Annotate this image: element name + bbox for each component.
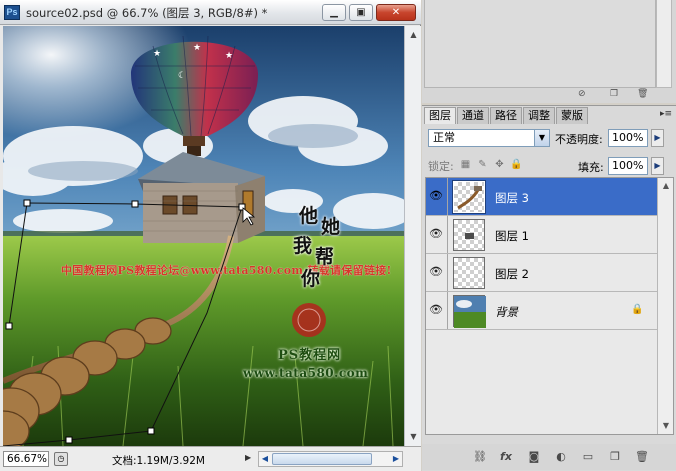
zoom-level-field[interactable]: 66.67% — [3, 451, 49, 467]
status-menu-arrow-icon[interactable]: ▶ — [245, 453, 251, 462]
layer-thumbnail — [453, 257, 485, 289]
maximize-button[interactable]: ▣ — [349, 4, 373, 21]
group-folder-icon[interactable]: ▭ — [580, 450, 596, 463]
minimize-button[interactable]: ▁ — [322, 4, 346, 21]
lock-transparent-icon[interactable]: ▦ — [459, 158, 472, 171]
scroll-right-icon[interactable]: ▶ — [390, 452, 402, 466]
image-canvas[interactable]: ★ ★ ★ ☾ 中国教程网PS教程论坛@www.tata580.com 转载请保… — [3, 26, 404, 446]
site-logo-text: PS教程网 — [278, 348, 342, 363]
brush-char-3: 我 — [293, 235, 313, 257]
scroll-down-icon[interactable]: ▼ — [407, 430, 420, 443]
trash-icon[interactable]: 🗑 — [637, 89, 648, 99]
mask-icon[interactable]: ◙ — [526, 450, 542, 463]
tab-channels[interactable]: 通道 — [457, 107, 489, 124]
visibility-eye-icon[interactable]: 👁 — [428, 188, 444, 204]
layers-footer-toolbar: ⛓ fx ◙ ◐ ▭ ❐ 🗑 — [422, 444, 676, 470]
opacity-field[interactable]: 100% — [608, 129, 648, 147]
clear-icon[interactable]: ⊘ — [578, 89, 586, 99]
adjustment-icon[interactable]: ◐ — [553, 450, 569, 463]
lock-all-icon[interactable]: 🔒 — [510, 158, 523, 171]
scroll-left-icon[interactable]: ◀ — [259, 452, 271, 466]
layer-name: 图层 3 — [495, 191, 529, 205]
link-icon[interactable]: ⛓ — [472, 450, 488, 463]
layer-name: 图层 2 — [495, 267, 529, 281]
layer-name: 图层 1 — [495, 229, 529, 243]
status-bar: 66.67% ◷ 文档:1.19M/3.92M ▶ ◀ ▶ — [0, 446, 421, 471]
document-title: source02.psd @ 66.7% (图层 3, RGB/8#) * — [26, 6, 268, 20]
new-item-icon[interactable]: ❐ — [610, 89, 618, 99]
scroll-up-icon[interactable]: ▲ — [660, 180, 672, 192]
eye-divider — [447, 254, 448, 291]
delete-icon[interactable]: 🗑 — [634, 450, 650, 463]
canvas-image: ★ ★ ★ ☾ — [3, 26, 404, 446]
svg-text:☾: ☾ — [178, 71, 186, 81]
layer-list-scrollbar[interactable]: ▲ ▼ — [657, 178, 673, 434]
layer-row-background[interactable]: 👁 背景 🔒 — [426, 292, 657, 330]
layer-thumbnail — [453, 219, 485, 251]
brush-char-1: 他 — [299, 205, 319, 227]
layer-row-1[interactable]: 👁 图层 1 — [426, 216, 657, 254]
close-button[interactable]: ✕ — [376, 4, 416, 21]
eye-divider — [447, 216, 448, 253]
scroll-down-icon[interactable]: ▼ — [660, 420, 672, 432]
layer-row-3[interactable]: 👁 图层 3 — [426, 178, 657, 216]
tab-paths[interactable]: 路径 — [490, 107, 522, 124]
blend-mode-value: 正常 — [433, 131, 455, 144]
fx-icon[interactable]: fx — [498, 450, 514, 463]
fill-label: 填充: — [578, 161, 604, 174]
svg-text:★: ★ — [193, 43, 201, 53]
opacity-label: 不透明度: — [555, 133, 603, 146]
fill-slider-arrow-icon[interactable]: ▶ — [651, 157, 664, 175]
horizontal-scroll-thumb[interactable] — [272, 453, 372, 465]
document-window: Ps source02.psd @ 66.7% (图层 3, RGB/8#) *… — [0, 0, 421, 471]
opacity-slider-arrow-icon[interactable]: ▶ — [651, 129, 664, 147]
document-titlebar[interactable]: Ps source02.psd @ 66.7% (图层 3, RGB/8#) *… — [0, 0, 421, 25]
upper-panel-content — [424, 0, 656, 88]
layer-thumbnail — [452, 180, 486, 214]
upper-panel-scrollbar[interactable] — [656, 0, 672, 88]
lock-brush-icon[interactable]: ✎ — [476, 158, 489, 171]
object-thumbnail-icon — [465, 233, 474, 239]
document-size-readout: 文档:1.19M/3.92M — [112, 455, 205, 467]
landscape-thumbnail-icon — [454, 296, 486, 328]
brush-char-5: 你 — [301, 268, 321, 290]
new-layer-icon[interactable]: ❐ — [607, 450, 623, 463]
upper-panel: ⊘ ❐ 🗑 — [422, 0, 676, 103]
panel-menu-icon[interactable]: ▸≡ — [660, 109, 672, 119]
panel-tabs: 图层 通道 路径 调整 蒙版 — [424, 107, 674, 124]
brush-char-2: 她 — [321, 216, 341, 238]
visibility-eye-icon[interactable]: 👁 — [428, 302, 444, 318]
layers-panel: 图层 通道 路径 调整 蒙版 ▸≡ 正常 ▼ 不透明度: 100% ▶ 锁定: … — [422, 105, 676, 471]
visibility-eye-icon[interactable]: 👁 — [428, 264, 444, 280]
svg-text:★: ★ — [153, 49, 161, 59]
lock-move-icon[interactable]: ✥ — [493, 158, 506, 171]
layer-row-2[interactable]: 👁 图层 2 — [426, 254, 657, 292]
layer-lock-icon: 🔒 — [631, 304, 644, 315]
site-url-text: www.tata580.com — [243, 366, 369, 380]
canvas-horizontal-scrollbar[interactable]: ◀ ▶ — [258, 451, 403, 467]
tab-adjustments[interactable]: 调整 — [523, 107, 555, 124]
visibility-eye-icon[interactable]: 👁 — [428, 226, 444, 242]
photoshop-app-icon: Ps — [4, 5, 20, 20]
tab-masks[interactable]: 蒙版 — [556, 107, 588, 124]
eye-divider — [447, 292, 448, 329]
canvas-vertical-scrollbar[interactable]: ▲ ▼ — [404, 26, 421, 446]
layer-list: 👁 图层 3 👁 图层 1 👁 图层 2 👁 背景 🔒 ▲ ▼ — [425, 177, 674, 435]
rope-thumbnail-icon — [457, 186, 482, 210]
scroll-up-icon[interactable]: ▲ — [407, 28, 420, 41]
red-watermark-text: 中国教程网PS教程论坛@www.tata580.com 转载请保留链接! — [61, 264, 392, 277]
upper-panel-footer: ⊘ ❐ 🗑 — [422, 88, 676, 103]
lock-row: 锁定: ▦ ✎ ✥ 🔒 — [428, 157, 548, 173]
layer-thumbnail — [453, 295, 486, 328]
blend-mode-select[interactable]: 正常 ▼ — [428, 129, 550, 147]
eye-divider — [447, 178, 448, 215]
chevron-down-icon[interactable]: ▼ — [534, 130, 549, 146]
layer-name: 背景 — [495, 305, 518, 319]
lock-label: 锁定: — [428, 160, 454, 173]
status-info-icon[interactable]: ◷ — [54, 452, 68, 466]
svg-text:★: ★ — [225, 51, 233, 61]
tab-layers[interactable]: 图层 — [424, 107, 456, 124]
fill-field[interactable]: 100% — [608, 157, 648, 175]
